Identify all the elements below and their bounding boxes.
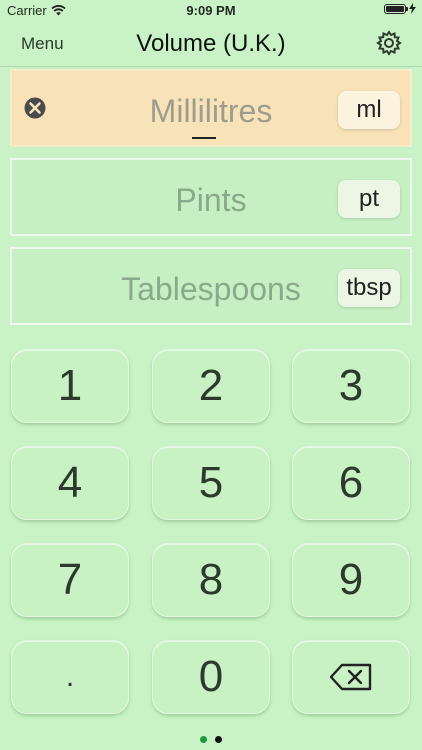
charging-icon (409, 3, 416, 14)
status-bar: Carrier 9:09 PM (0, 0, 422, 22)
key-9[interactable]: 9 (292, 543, 410, 617)
status-time: 9:09 PM (186, 3, 236, 18)
key-4[interactable]: 4 (11, 446, 129, 520)
key-0[interactable]: 0 (152, 640, 270, 714)
page-indicator[interactable] (0, 736, 422, 743)
battery-icon (384, 3, 408, 14)
field-tablespoons[interactable]: Tablespoons tbsp (10, 247, 412, 325)
key-2[interactable]: 2 (152, 349, 270, 423)
page-dot-2[interactable] (215, 736, 222, 743)
key-8[interactable]: 8 (152, 543, 270, 617)
navigation-bar: Menu Volume (U.K.) (0, 22, 422, 67)
status-right (384, 3, 416, 14)
key-3[interactable]: 3 (292, 349, 410, 423)
backspace-icon (329, 663, 372, 691)
field-millilitres[interactable]: Millilitres ml (10, 69, 412, 147)
page-title: Volume (U.K.) (136, 30, 286, 57)
unit-badge[interactable]: ml (338, 91, 400, 129)
gear-icon[interactable] (376, 30, 402, 56)
key-6[interactable]: 6 (292, 446, 410, 520)
key-decimal[interactable]: . (11, 640, 129, 714)
text-cursor (192, 137, 216, 139)
key-1[interactable]: 1 (11, 349, 129, 423)
page-dot-1[interactable] (200, 736, 207, 743)
unit-badge[interactable]: pt (338, 180, 400, 218)
field-pints[interactable]: Pints pt (10, 158, 412, 236)
key-7[interactable]: 7 (11, 543, 129, 617)
backspace-key[interactable] (292, 640, 410, 714)
unit-badge[interactable]: tbsp (338, 269, 400, 307)
key-5[interactable]: 5 (152, 446, 270, 520)
